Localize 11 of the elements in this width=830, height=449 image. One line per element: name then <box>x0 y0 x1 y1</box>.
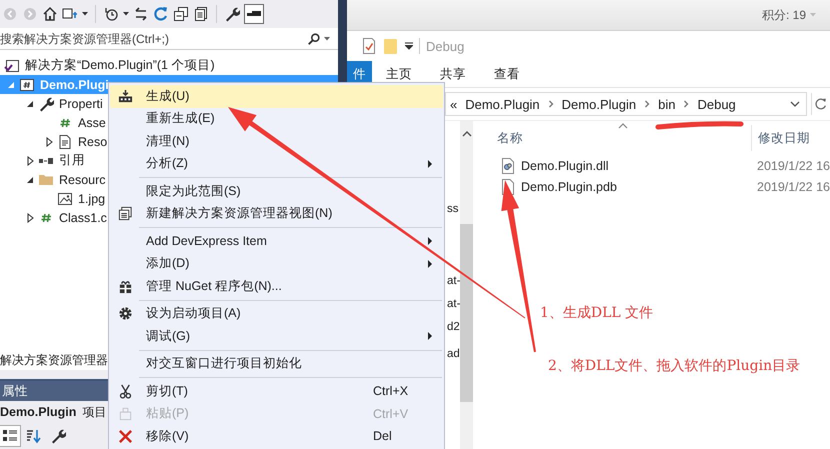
file-date: 2019/1/22 16 <box>757 158 830 172</box>
points-label: 积分: 19 <box>762 6 806 24</box>
file-date: 2019/1/22 16 <box>757 180 830 194</box>
panel-title: 属性 <box>2 382 28 400</box>
file-name: Demo.Plugin.dll <box>521 158 610 172</box>
annotation-text: 2、将DLL文件、拖入软件的Plugin目录 <box>548 357 800 375</box>
object-type: 项目 <box>82 404 106 420</box>
window-title: Debug <box>426 38 464 54</box>
object-name: Demo.Plugin <box>0 405 76 419</box>
file-name: Demo.Plugin.pdb <box>521 180 618 194</box>
annotation-text: 1、生成DLL 文件 <box>540 304 654 322</box>
